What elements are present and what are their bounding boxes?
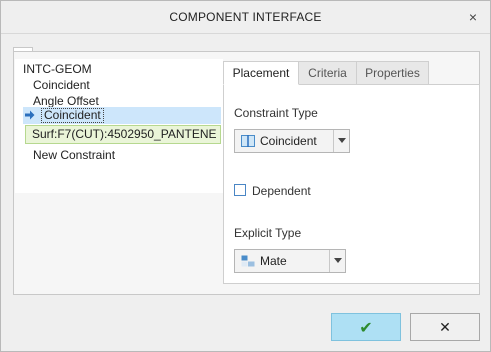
checkmark-icon: ✔	[359, 320, 373, 337]
tab-placement[interactable]: Placement	[223, 61, 299, 85]
tree-item-coincident-selected[interactable]: Coincident	[41, 108, 104, 123]
tree-item-coincident[interactable]: Coincident	[33, 78, 90, 93]
dropdown-separator	[333, 130, 334, 152]
title-bar: COMPONENT INTERFACE ×	[1, 1, 490, 34]
reference-collector[interactable]: Surf:F7(CUT):4502950_PANTENE	[25, 125, 221, 144]
mate-icon	[241, 255, 255, 267]
explicit-type-dropdown[interactable]: Mate	[234, 249, 346, 273]
current-arrow-icon	[25, 110, 35, 120]
dialog-title: COMPONENT INTERFACE	[169, 10, 322, 24]
constraint-type-value: Coincident	[260, 134, 317, 148]
new-constraint-item[interactable]: New Constraint	[33, 148, 115, 163]
tree-root-item[interactable]: INTC-GEOM	[23, 62, 92, 77]
cancel-button[interactable]: ✕	[410, 313, 480, 341]
dependent-label: Dependent	[252, 184, 311, 198]
component-interface-dialog: COMPONENT INTERFACE × INTC-GEOM Coincide…	[0, 0, 491, 352]
constraint-type-dropdown[interactable]: Coincident	[234, 129, 350, 153]
constraint-tree: INTC-GEOM Coincident Angle Offset Coinci…	[15, 59, 223, 193]
tab-strip: Placement Criteria Properties	[223, 61, 480, 85]
coincident-icon	[241, 135, 255, 147]
chevron-down-icon	[334, 258, 342, 263]
close-icon: ✕	[439, 319, 451, 335]
close-icon: ×	[468, 9, 478, 25]
tab-criteria[interactable]: Criteria	[298, 61, 357, 85]
constraint-type-label: Constraint Type	[234, 106, 318, 120]
placement-panel: Constraint Type Coincident Dependent Exp…	[223, 84, 480, 284]
explicit-type-value: Mate	[260, 254, 287, 268]
dropdown-separator	[329, 250, 330, 272]
chevron-down-icon	[338, 138, 346, 143]
tab-properties[interactable]: Properties	[356, 61, 429, 85]
explicit-type-label: Explicit Type	[234, 226, 302, 240]
close-window-button[interactable]: ×	[465, 8, 481, 26]
ok-button[interactable]: ✔	[331, 313, 401, 341]
dependent-checkbox[interactable]	[234, 184, 246, 196]
